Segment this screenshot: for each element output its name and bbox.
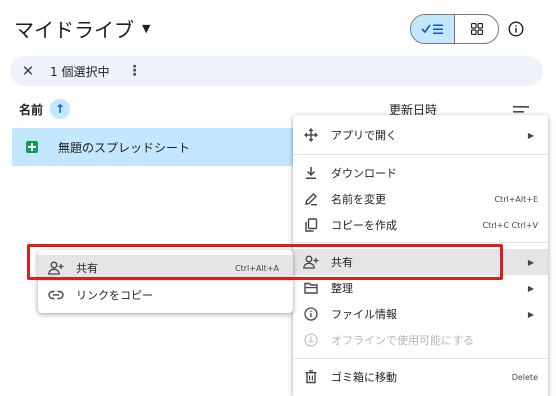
pencil-icon <box>303 192 319 206</box>
selection-bar: ✕ 1 個選択中 ⋮ <box>10 56 543 86</box>
my-drive-title[interactable]: マイドライブ ▼ <box>14 13 150 43</box>
offline-check-icon <box>303 333 319 347</box>
menu-item-rename[interactable]: 名前を変更 Ctrl+Alt+E <box>293 186 548 212</box>
grid-icon <box>470 23 483 35</box>
download-icon <box>303 166 319 180</box>
file-row[interactable]: 無題のスプレッドシート <box>12 128 312 166</box>
list-view-button[interactable] <box>411 15 455 43</box>
info-button[interactable] <box>505 18 527 40</box>
file-name: 無題のスプレッドシート <box>58 140 191 155</box>
info-icon <box>303 307 319 321</box>
spreadsheet-icon <box>26 141 38 153</box>
check-list-icon <box>420 24 443 34</box>
name-column-label: 名前 <box>19 102 44 117</box>
add-person-icon <box>48 261 64 275</box>
close-icon[interactable]: ✕ <box>20 62 36 80</box>
link-icon <box>48 290 64 300</box>
submenu-item-share[interactable]: 共有 Ctrl+Alt+A <box>38 255 293 281</box>
dropdown-arrow-icon: ▼ <box>142 21 151 35</box>
submenu-item-copy-link[interactable]: リンクをコピー <box>38 282 293 308</box>
selection-count: 1 個選択中 <box>50 64 110 79</box>
menu-item-file-info[interactable]: ファイル情報 ▶ <box>293 301 548 327</box>
menu-item-share[interactable]: 共有 ▶ <box>293 249 548 275</box>
menu-item-offline: オフラインで使用可能にする <box>293 327 548 353</box>
menu-item-open-with[interactable]: アプリで開く ▶ <box>293 122 548 148</box>
move-arrows-icon <box>303 128 319 142</box>
grid-view-button[interactable] <box>455 15 498 43</box>
view-toggle[interactable] <box>410 14 499 44</box>
trash-icon <box>303 370 319 384</box>
name-column-header[interactable]: 名前 ↑ <box>19 99 71 119</box>
chevron-right-icon: ▶ <box>527 283 534 293</box>
menu-item-download[interactable]: ダウンロード <box>293 160 548 186</box>
add-person-icon <box>303 255 319 269</box>
folder-icon <box>303 282 319 294</box>
menu-item-trash[interactable]: ゴミ箱に移動 Delete <box>293 364 548 390</box>
more-actions-icon[interactable]: ⋮ <box>127 63 141 79</box>
chevron-right-icon: ▶ <box>527 309 534 319</box>
menu-item-organize[interactable]: 整理 ▶ <box>293 275 548 301</box>
copy-icon <box>303 218 319 232</box>
info-icon <box>508 21 524 37</box>
page-title: マイドライブ <box>14 17 134 42</box>
chevron-right-icon: ▶ <box>527 257 534 267</box>
sort-arrow-up-icon[interactable]: ↑ <box>50 99 71 119</box>
context-menu: アプリで開く ▶ ダウンロード 名前を変更 Ctrl+Alt+E コピーを作成 … <box>293 115 548 396</box>
menu-item-copy[interactable]: コピーを作成 Ctrl+C Ctrl+V <box>293 212 548 238</box>
share-submenu: 共有 Ctrl+Alt+A リンクをコピー <box>38 250 293 313</box>
chevron-right-icon: ▶ <box>527 130 534 140</box>
